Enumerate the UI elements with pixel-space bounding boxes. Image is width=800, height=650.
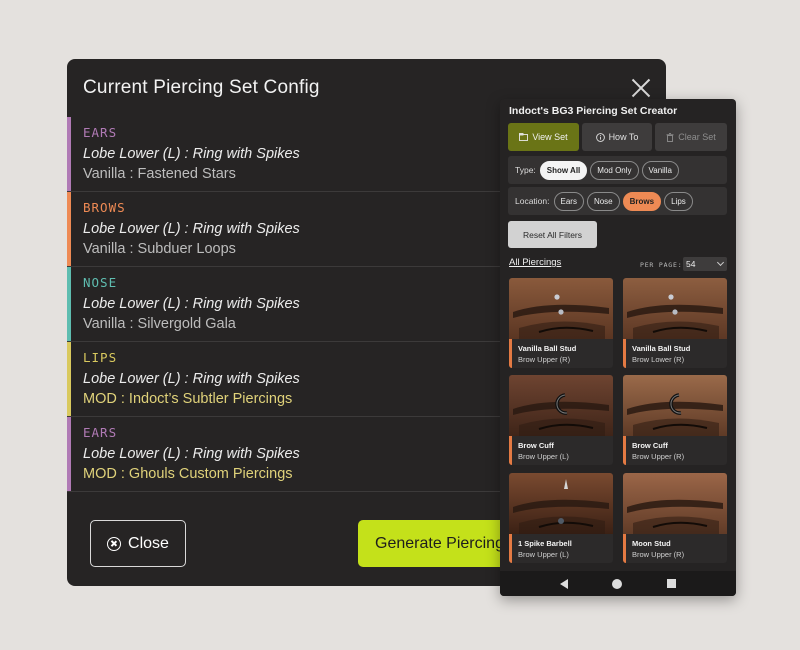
type-filter-row: Type: Show All Mod Only Vanilla xyxy=(508,156,727,184)
category-label: EARS xyxy=(83,425,118,440)
close-circle-icon xyxy=(107,536,122,551)
per-page-value: 54 xyxy=(686,259,696,269)
tab-how-to[interactable]: How To xyxy=(582,123,652,151)
all-piercings-link[interactable]: All Piercings xyxy=(509,257,561,268)
card-caption: Vanilla Ball Stud Brow Upper (R) xyxy=(509,339,613,368)
piercing-source: MOD : Indoct’s Subtler Piercings xyxy=(83,391,293,407)
card-caption: Brow Cuff Brow Upper (R) xyxy=(623,436,727,465)
location-pill[interactable]: Ears xyxy=(553,191,584,211)
piercing-item: Lobe Lower (L) : Ring with Spikes xyxy=(83,371,300,387)
location-pill[interactable]: Lips xyxy=(664,191,693,211)
piercing-card[interactable]: Vanilla Ball Stud Brow Upper (R) xyxy=(509,278,613,368)
card-name: Vanilla Ball Stud xyxy=(632,344,691,353)
card-caption: 1 Spike Barbell Brow Upper (L) xyxy=(509,534,613,563)
folder-icon xyxy=(519,133,529,141)
reset-filters-button[interactable]: Reset All Filters xyxy=(508,221,597,248)
location-pill[interactable]: Brows xyxy=(622,191,662,211)
piercing-card[interactable]: Brow Cuff Brow Upper (L) xyxy=(509,375,613,465)
piercing-source: Vanilla : Subduer Loops xyxy=(83,241,236,257)
tab-view-set[interactable]: View Set xyxy=(508,123,579,151)
card-name: Brow Cuff xyxy=(632,441,668,450)
piercing-creator-panel: Indoct's BG3 Piercing Set Creator View S… xyxy=(500,99,736,596)
card-caption: Brow Cuff Brow Upper (L) xyxy=(509,436,613,465)
piercing-photo xyxy=(623,278,727,340)
piercing-source: Vanilla : Silvergold Gala xyxy=(83,316,236,332)
panel-title: Indoct's BG3 Piercing Set Creator xyxy=(509,105,678,117)
type-filter-label: Type: xyxy=(515,165,536,175)
per-page-label: PER PAGE: xyxy=(640,261,683,269)
piercing-source: MOD : Ghouls Custom Piercings xyxy=(83,466,293,482)
category-label: NOSE xyxy=(83,275,118,290)
piercing-card[interactable]: Moon Stud Brow Upper (R) xyxy=(623,473,727,563)
type-pill[interactable]: Mod Only xyxy=(590,160,639,180)
card-location: Brow Lower (R) xyxy=(632,355,685,364)
close-button[interactable]: Close xyxy=(90,520,186,567)
recents-icon[interactable] xyxy=(666,579,676,588)
piercing-source: Vanilla : Fastened Stars xyxy=(83,166,236,182)
category-color-bar xyxy=(67,192,71,266)
type-pill[interactable]: Show All xyxy=(539,160,588,180)
info-icon xyxy=(595,132,605,142)
card-caption: Vanilla Ball Stud Brow Lower (R) xyxy=(623,339,727,368)
piercing-item: Lobe Lower (L) : Ring with Spikes xyxy=(83,296,300,312)
card-name: Vanilla Ball Stud xyxy=(518,344,577,353)
card-location: Brow Upper (R) xyxy=(632,452,685,461)
category-label: LIPS xyxy=(83,350,118,365)
card-location: Brow Upper (R) xyxy=(632,550,685,559)
piercing-card[interactable]: Brow Cuff Brow Upper (R) xyxy=(623,375,727,465)
location-pill[interactable]: Nose xyxy=(586,191,620,211)
card-name: Brow Cuff xyxy=(518,441,554,450)
home-icon[interactable] xyxy=(612,578,623,589)
close-icon[interactable] xyxy=(630,77,652,99)
category-color-bar xyxy=(67,342,71,416)
piercing-card[interactable]: Vanilla Ball Stud Brow Lower (R) xyxy=(623,278,727,368)
category-label: EARS xyxy=(83,125,118,140)
tab-how-to-label: How To xyxy=(608,132,639,142)
close-button-label: Close xyxy=(128,534,169,552)
chevron-down-icon xyxy=(716,258,725,267)
card-location: Brow Upper (R) xyxy=(518,355,571,364)
piercing-photo xyxy=(509,278,613,340)
card-caption: Moon Stud Brow Upper (R) xyxy=(623,534,727,563)
piercing-card[interactable]: 1 Spike Barbell Brow Upper (L) xyxy=(509,473,613,563)
android-nav-bar xyxy=(500,571,736,596)
piercing-photo xyxy=(509,473,613,535)
card-name: 1 Spike Barbell xyxy=(518,539,572,548)
type-pill[interactable]: Vanilla xyxy=(641,160,679,180)
card-location: Brow Upper (L) xyxy=(518,550,569,559)
category-label: BROWS xyxy=(83,200,126,215)
piercing-item: Lobe Lower (L) : Ring with Spikes xyxy=(83,221,300,237)
location-filter-label: Location: xyxy=(515,196,550,206)
generate-button-label: Generate Piercing xyxy=(375,534,504,552)
piercing-photo xyxy=(509,375,613,437)
card-location: Brow Upper (L) xyxy=(518,452,569,461)
tab-view-set-label: View Set xyxy=(532,132,568,142)
piercing-item: Lobe Lower (L) : Ring with Spikes xyxy=(83,446,300,462)
modal-title: Current Piercing Set Config xyxy=(83,77,320,98)
category-color-bar xyxy=(67,417,71,491)
back-icon[interactable] xyxy=(560,578,569,589)
category-color-bar xyxy=(67,267,71,341)
category-color-bar xyxy=(67,117,71,191)
piercing-item: Lobe Lower (L) : Ring with Spikes xyxy=(83,146,300,162)
location-filter-row: Location: Ears Nose Brows Lips xyxy=(508,187,727,215)
per-page-select[interactable]: 54 xyxy=(683,257,727,271)
tab-clear-set[interactable]: Clear Set xyxy=(655,123,727,151)
trash-icon xyxy=(666,132,674,142)
piercing-photo xyxy=(623,375,727,437)
piercing-photo xyxy=(623,473,727,535)
card-name: Moon Stud xyxy=(632,539,671,548)
tab-clear-set-label: Clear Set xyxy=(678,132,716,142)
